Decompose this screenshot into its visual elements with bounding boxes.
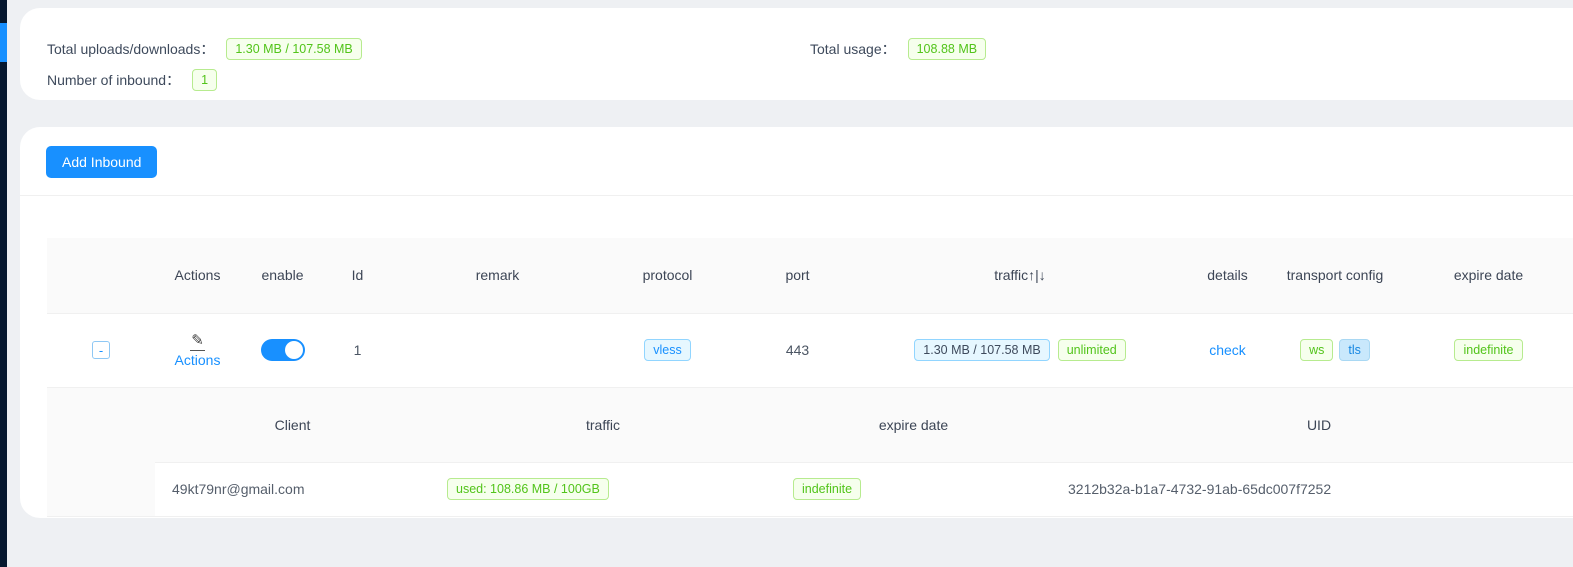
inbound-count-label: Number of inbound： — [47, 70, 180, 90]
table-header-row: Actions enable Id remark protocol port t… — [47, 238, 1573, 313]
transport-config-cell: ws tls — [1300, 339, 1370, 361]
total-uploads-label: Total uploads/downloads： — [47, 39, 214, 59]
stats-card: Total uploads/downloads： 1.30 MB / 107.5… — [20, 8, 1573, 100]
col-remark: remark — [390, 238, 605, 313]
inbound-count-badge: 1 — [192, 69, 217, 91]
port-cell: 443 — [730, 313, 865, 387]
add-inbound-button[interactable]: Add Inbound — [46, 146, 157, 178]
col-expire-date: expire date — [1390, 238, 1573, 313]
inbounds-card: Add Inbound Actions enable Id remark pro… — [20, 127, 1573, 518]
transport-tls-badge: tls — [1339, 339, 1370, 361]
col-client: Client — [155, 388, 430, 463]
traffic-limit-badge: unlimited — [1058, 339, 1126, 361]
actions-menu-link[interactable]: Actions — [175, 352, 221, 368]
expire-date-badge: indefinite — [1454, 339, 1522, 361]
client-uid: 3212b32a-b1a7-4732-91ab-65dc007f7252 — [1051, 463, 1573, 516]
col-id: Id — [325, 238, 390, 313]
protocol-badge: vless — [644, 339, 690, 361]
id-cell: 1 — [325, 313, 390, 387]
client-email: 49kt79nr@gmail.com — [155, 463, 430, 516]
inbound-row: - ✎ Actions 1 vless 443 — [47, 313, 1573, 387]
col-protocol: protocol — [605, 238, 730, 313]
col-expand — [47, 238, 155, 313]
inbounds-table: Actions enable Id remark protocol port t… — [47, 238, 1573, 517]
client-row: 49kt79nr@gmail.com used: 108.86 MB / 100… — [155, 463, 1573, 516]
sidebar-rail — [0, 0, 7, 567]
expanded-row: Client traffic expire date UID 49kt79nr@… — [47, 387, 1573, 516]
details-check-link[interactable]: check — [1209, 342, 1246, 358]
col-transport-config: transport config — [1280, 238, 1390, 313]
total-usage-badge: 108.88 MB — [908, 38, 986, 60]
clients-header-row: Client traffic expire date UID — [155, 388, 1573, 463]
edit-icon[interactable]: ✎ — [190, 333, 205, 351]
client-expire-badge: indefinite — [793, 478, 861, 500]
collapse-row-button[interactable]: - — [92, 341, 110, 359]
total-uploads-badge: 1.30 MB / 107.58 MB — [226, 38, 361, 60]
col-traffic-sortable[interactable]: traffic↑|↓ — [865, 238, 1175, 313]
toolbar-divider — [20, 195, 1573, 196]
col-client-uid: UID — [1051, 388, 1573, 463]
col-details: details — [1175, 238, 1280, 313]
col-port: port — [730, 238, 865, 313]
col-client-expire: expire date — [776, 388, 1051, 463]
remark-cell — [390, 313, 605, 387]
enable-toggle[interactable] — [261, 339, 305, 361]
traffic-usage-badge: 1.30 MB / 107.58 MB — [914, 339, 1049, 361]
toggle-knob — [285, 341, 303, 359]
stat-total-uploads-downloads: Total uploads/downloads： 1.30 MB / 107.5… — [47, 38, 362, 60]
actions-cell: ✎ Actions — [175, 333, 221, 368]
sidebar-active-indicator — [0, 23, 7, 62]
col-actions: Actions — [155, 238, 240, 313]
traffic-cell: 1.30 MB / 107.58 MB unlimited — [914, 339, 1125, 361]
col-enable: enable — [240, 238, 325, 313]
clients-table: Client traffic expire date UID 49kt79nr@… — [155, 388, 1573, 516]
total-usage-label: Total usage： — [810, 39, 896, 59]
transport-ws-badge: ws — [1300, 339, 1333, 361]
stat-inbound-count: Number of inbound： 1 — [47, 69, 217, 91]
client-traffic-badge: used: 108.86 MB / 100GB — [447, 478, 609, 500]
col-client-traffic: traffic — [430, 388, 776, 463]
stat-total-usage: Total usage： 108.88 MB — [810, 38, 986, 60]
